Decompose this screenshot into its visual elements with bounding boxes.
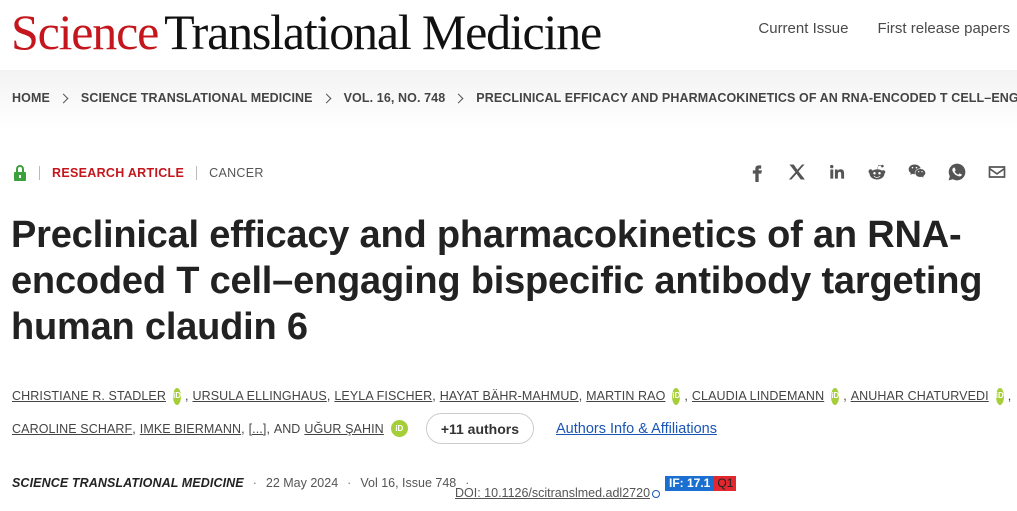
orcid-icon[interactable]: iD [995,387,1004,405]
author-line-2: Caroline Scharf, Imke Biermann, [...], A… [12,413,1012,444]
breadcrumb-issue[interactable]: VOL. 16, NO. 748 [344,91,446,105]
share-bar [747,162,1007,182]
author-name[interactable]: Christiane R. Stadler [12,385,166,407]
external-link-icon [652,489,661,498]
breadcrumb-journal[interactable]: SCIENCE TRANSLATIONAL MEDICINE [81,91,313,105]
impact-factor: IF: 17.1 [665,476,715,491]
author-name[interactable]: Uğur Şahin [304,418,383,440]
site-header: Science Translational Medicine Current Is… [0,0,1017,70]
separator-dot: · [252,476,257,490]
article-subject[interactable]: CANCER [209,166,264,180]
author-list: Christiane R. Stadler iD, Ursula Ellingh… [12,385,1012,444]
orcid-icon[interactable]: iD [831,387,840,405]
citation-volume-issue[interactable]: Vol 16, Issue 748 [360,476,456,490]
quartile: Q1 [714,476,737,491]
x-icon[interactable] [787,162,807,182]
chevron-right-icon [321,93,332,103]
top-navigation: Current Issue First release papers [758,20,1010,37]
breadcrumb-current: PRECLINICAL EFFICACY AND PHARMACOKINETIC… [476,91,1017,105]
linkedin-icon[interactable] [827,162,847,182]
citation-date: 22 May 2024 [265,476,339,490]
divider [196,166,198,180]
breadcrumb: HOME SCIENCE TRANSLATIONAL MEDICINE VOL.… [12,91,1017,105]
citation-journal: Science Translational Medicine [12,476,244,490]
logo-journal-name: Translational Medicine [164,4,602,60]
journal-logo[interactable]: Science Translational Medicine [11,4,602,60]
more-authors-button[interactable]: +11 authors [425,413,535,444]
article-title: Preclinical efficacy and pharmacokinetic… [11,214,983,348]
doi-link[interactable]: DOI: 10.1126/scitranslmed.adl2720 [455,486,661,500]
logo-science: Science [11,4,159,60]
article-meta-row: RESEARCH ARTICLE CANCER [13,165,264,181]
chevron-right-icon [453,93,464,103]
author-name[interactable]: Anuhar Chaturvedi [851,385,989,407]
email-icon[interactable] [987,162,1007,182]
nav-first-release-papers[interactable]: First release papers [877,20,1010,37]
author-name[interactable]: Ursula Ellinghaus [192,385,326,407]
doi-text[interactable]: DOI: 10.1126/scitranslmed.adl2720 [455,486,650,500]
author-name[interactable]: Leyla Fischer [334,385,432,407]
authors-ellipsis[interactable]: [...] [249,418,267,440]
author-name[interactable]: Hayat Bähr-Mahmud [440,385,579,407]
reddit-icon[interactable] [867,162,887,182]
article-type: RESEARCH ARTICLE [52,166,185,180]
orcid-icon[interactable]: iD [390,420,408,437]
author-name[interactable]: Caroline Scharf [12,418,132,440]
impact-factor-badge: IF: 17.1 Q1 [665,476,737,491]
chevron-right-icon [58,93,69,103]
author-name[interactable]: Martin Rao [586,385,665,407]
orcid-icon[interactable]: iD [672,387,681,405]
wechat-icon[interactable] [907,162,927,182]
facebook-icon[interactable] [747,162,767,182]
nav-current-issue[interactable]: Current Issue [758,20,848,37]
breadcrumb-home[interactable]: HOME [12,91,50,105]
author-line-1: Christiane R. Stadler iD, Ursula Ellingh… [12,385,1012,407]
authors-info-affiliations-link[interactable]: Authors Info & Affiliations [556,418,717,440]
whatsapp-icon[interactable] [947,162,967,182]
author-name[interactable]: Claudia Lindemann [692,385,824,407]
divider [39,166,40,180]
orcid-icon[interactable]: iD [172,387,181,405]
separator-dot: · [347,476,352,490]
citation-row: Science Translational Medicine · 22 May … [12,476,478,490]
author-name[interactable]: Imke Biermann [140,418,241,440]
authors-and: AND [273,421,301,436]
lock-open-icon [13,165,27,181]
breadcrumb-bar: HOME SCIENCE TRANSLATIONAL MEDICINE VOL.… [0,70,1017,130]
